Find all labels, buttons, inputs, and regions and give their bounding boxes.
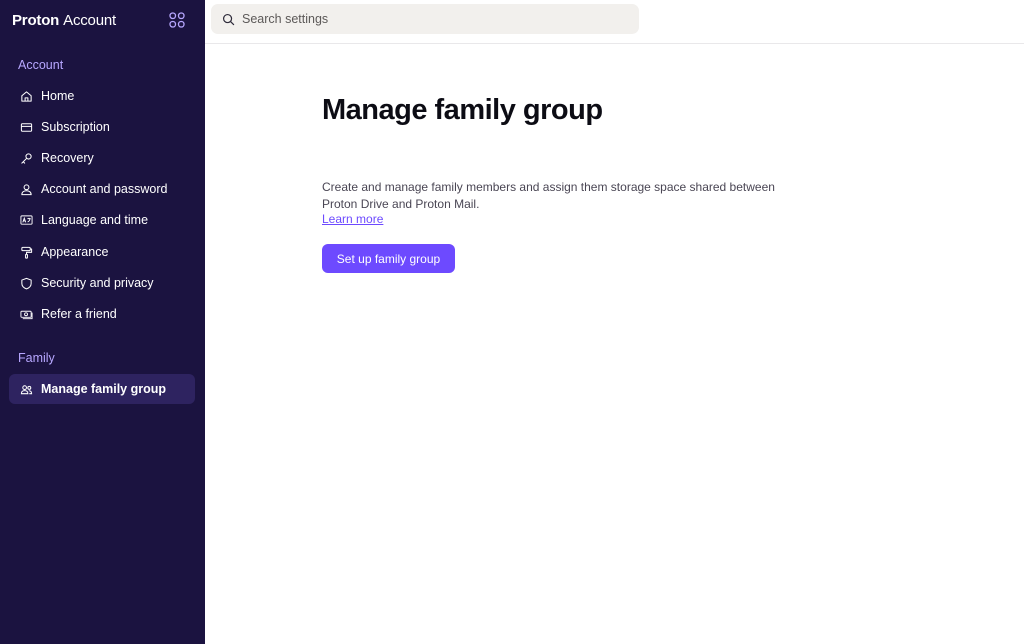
apps-grid-icon xyxy=(169,12,185,28)
sidebar-item-label: Manage family group xyxy=(41,382,167,396)
search-input[interactable] xyxy=(242,12,622,26)
house-icon xyxy=(20,90,33,103)
apps-grid-button[interactable] xyxy=(166,9,188,31)
set-up-family-group-button[interactable]: Set up family group xyxy=(322,244,455,273)
key-icon xyxy=(20,152,33,165)
section-title-account: Account xyxy=(18,58,64,72)
sidebar: Proton Account Account Home Subscription… xyxy=(0,0,205,644)
learn-more-link[interactable]: Learn more xyxy=(322,212,383,226)
sidebar-item-label: Subscription xyxy=(41,120,110,134)
search-box[interactable] xyxy=(211,4,639,34)
users-icon xyxy=(20,383,33,396)
brand-product: Account xyxy=(63,11,116,29)
sidebar-item-language-and-time[interactable]: Language and time xyxy=(9,205,195,235)
money-bills-icon xyxy=(20,308,33,321)
sidebar-item-label: Recovery xyxy=(41,151,94,165)
sidebar-item-home[interactable]: Home xyxy=(9,81,195,111)
page-description: Create and manage family members and ass… xyxy=(322,180,775,211)
top-bar xyxy=(205,0,1024,44)
sidebar-item-label: Appearance xyxy=(41,245,109,259)
language-icon xyxy=(20,214,33,227)
sidebar-item-label: Security and privacy xyxy=(41,276,154,290)
sidebar-item-label: Language and time xyxy=(41,213,149,227)
sidebar-item-label: Refer a friend xyxy=(41,307,117,321)
sidebar-item-label: Home xyxy=(41,89,75,103)
brand-name: Proton xyxy=(12,11,60,29)
sidebar-item-label: Account and password xyxy=(41,182,168,196)
sidebar-item-refer-a-friend[interactable]: Refer a friend xyxy=(9,299,195,329)
page-title: Manage family group xyxy=(322,94,603,126)
sidebar-item-appearance[interactable]: Appearance xyxy=(9,237,195,267)
sidebar-item-subscription[interactable]: Subscription xyxy=(9,112,195,142)
sidebar-item-security-and-privacy[interactable]: Security and privacy xyxy=(9,268,195,298)
search-icon xyxy=(222,13,235,25)
sidebar-item-recovery[interactable]: Recovery xyxy=(9,143,195,173)
credit-card-icon xyxy=(20,121,33,134)
paint-roller-icon xyxy=(20,246,33,259)
sidebar-item-account-and-password[interactable]: Account and password xyxy=(9,174,195,204)
proton-account-logo[interactable]: Proton Account xyxy=(12,10,116,30)
user-icon xyxy=(20,183,33,196)
sidebar-item-manage-family-group[interactable]: Manage family group xyxy=(9,374,195,404)
shield-icon xyxy=(20,277,33,290)
section-title-family: Family xyxy=(18,351,55,365)
